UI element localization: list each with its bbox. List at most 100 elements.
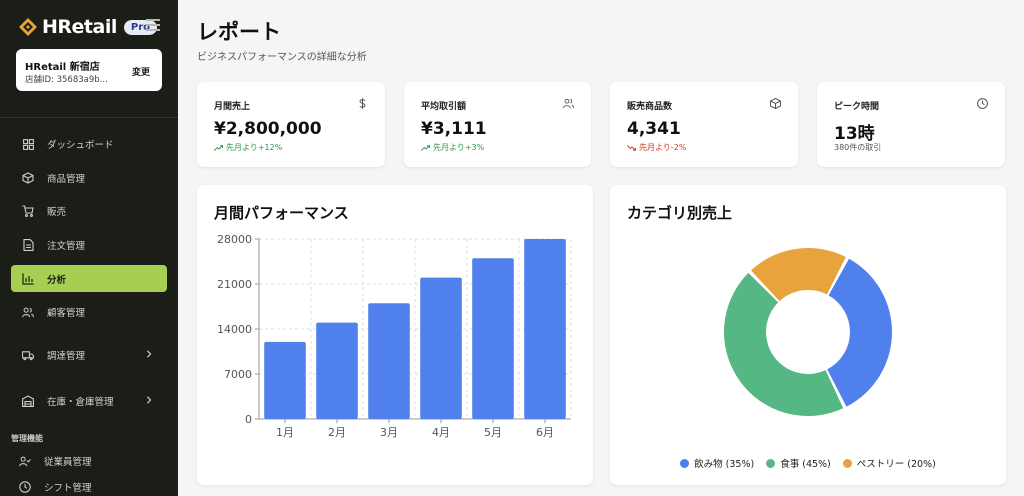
brand[interactable]: HRetail Pro xyxy=(18,14,157,40)
bar[interactable] xyxy=(316,322,358,419)
stat-trend-text: 先月より+12% xyxy=(226,143,283,152)
x-tick-label: 4月 xyxy=(432,426,450,439)
sidebar-item-procurement[interactable]: 調達管理 xyxy=(11,342,167,368)
grid-icon xyxy=(22,138,34,150)
legend-swatch xyxy=(766,458,776,468)
y-tick-label: 0 xyxy=(245,413,252,426)
users-icon xyxy=(22,306,34,318)
y-tick-label: 28000 xyxy=(217,233,252,246)
legend-label: ペストリー (20%) xyxy=(856,459,936,470)
stat-label: 平均取引額 xyxy=(421,102,467,112)
sidebar-item-label: 従業員管理 xyxy=(44,457,92,468)
bar-chart-icon xyxy=(22,273,34,285)
truck-icon xyxy=(22,349,34,361)
bar[interactable] xyxy=(420,277,462,419)
stat-value: 13時 xyxy=(834,124,875,144)
legend-label: 食事 (45%) xyxy=(780,459,831,470)
x-tick-label: 1月 xyxy=(276,426,294,439)
x-tick-label: 2月 xyxy=(328,426,346,439)
stat-label: 月間売上 xyxy=(214,102,251,112)
sidebar-item-analytics[interactable]: 分析 xyxy=(11,265,167,292)
sidebar-item-label: 顧客管理 xyxy=(47,308,86,319)
sidebar-item-label: 注文管理 xyxy=(47,241,86,252)
bar[interactable] xyxy=(264,341,306,419)
stat-trend: 先月より+3% xyxy=(421,142,484,153)
sidebar-item-label: ダッシュボード xyxy=(47,140,114,151)
x-tick-label: 3月 xyxy=(380,426,398,439)
sidebar-divider xyxy=(0,117,178,118)
page-subtitle: ビジネスパフォーマンスの詳細な分析 xyxy=(197,52,367,63)
store-name: HRetail 新宿店 xyxy=(25,62,100,73)
sidebar-item-customers[interactable]: 顧客管理 xyxy=(11,299,167,325)
legend-item: 食事 (45%) xyxy=(766,456,831,470)
brand-logo-icon xyxy=(19,18,37,36)
y-tick-label: 14000 xyxy=(217,323,252,336)
stat-card-monthly-sales: 月間売上 ¥2,800,000 先月より+12% xyxy=(197,82,385,167)
bar[interactable] xyxy=(368,303,410,419)
legend-swatch xyxy=(680,458,690,468)
page-title: レポート xyxy=(197,20,281,44)
stat-value: ¥2,800,000 xyxy=(214,119,322,139)
users-icon xyxy=(563,98,574,109)
sidebar-item-shifts[interactable]: シフト管理 xyxy=(11,474,167,496)
trend-up-icon xyxy=(214,144,223,151)
x-tick-label: 5月 xyxy=(484,426,502,439)
dollar-icon xyxy=(359,98,366,109)
stat-trend: 380件の取引 xyxy=(834,142,881,153)
x-tick-label: 6月 xyxy=(536,426,554,439)
stat-card-average-transaction: 平均取引額 ¥3,111 先月より+3% xyxy=(404,82,591,167)
stat-card-peak-hour: ピーク時間 13時 380件の取引 xyxy=(817,82,1005,167)
category-sales-chart xyxy=(724,248,892,416)
sidebar-item-employees[interactable]: 従業員管理 xyxy=(11,448,167,474)
document-icon xyxy=(22,239,34,251)
box-icon xyxy=(22,172,34,184)
legend-swatch xyxy=(842,458,852,468)
package-icon xyxy=(770,98,781,109)
stat-label: ピーク時間 xyxy=(834,102,880,112)
monthly-performance-panel: 月間パフォーマンス 0 7000 14000 21000 28000 1月 2月 3月 4月 5月… xyxy=(197,185,593,485)
sidebar-item-label: 在庫・倉庫管理 xyxy=(47,397,114,408)
bar[interactable] xyxy=(524,239,566,419)
stat-trend-text: 先月より-2% xyxy=(639,143,687,152)
sidebar-item-sales[interactable]: 販売 xyxy=(11,198,167,224)
stat-card-items-sold: 販売商品数 4,341 先月より-2% xyxy=(610,82,798,167)
sidebar-item-label: シフト管理 xyxy=(44,483,92,494)
menu-toggle-icon[interactable] xyxy=(146,19,160,31)
stat-value: 4,341 xyxy=(627,119,681,139)
cart-icon xyxy=(22,205,34,217)
sidebar-item-inventory[interactable]: 在庫・倉庫管理 xyxy=(11,388,167,414)
stat-label: 販売商品数 xyxy=(627,102,673,112)
section-label-admin: 管理機能 xyxy=(11,434,43,443)
chevron-right-icon xyxy=(147,396,152,404)
category-sales-panel: カテゴリ別売上 飲み物 (35%) 食事 (45%) ペストリー (20%) xyxy=(610,185,1006,485)
bar[interactable] xyxy=(472,258,514,419)
sidebar-item-label: 調達管理 xyxy=(47,351,86,362)
sidebar-item-label: 分析 xyxy=(47,274,67,286)
legend-item: 飲み物 (35%) xyxy=(680,456,754,470)
user-check-icon xyxy=(19,455,31,467)
legend-item: ペストリー (20%) xyxy=(842,456,936,470)
store-card: HRetail 新宿店 店舗ID: 35683a9b... 変更 xyxy=(16,49,162,91)
trend-down-icon xyxy=(627,144,636,151)
trend-up-icon xyxy=(421,144,430,151)
sidebar-item-label: 販売 xyxy=(47,207,67,218)
y-tick-label: 7000 xyxy=(224,368,252,381)
store-id: 店舗ID: 35683a9b... xyxy=(25,75,108,85)
stat-trend-text: 先月より+3% xyxy=(433,143,485,152)
sidebar-item-dashboard[interactable]: ダッシュボード xyxy=(11,131,167,157)
stat-trend-text: 380件の取引 xyxy=(834,143,882,152)
chevron-right-icon xyxy=(147,350,152,358)
pie-slice[interactable] xyxy=(827,258,892,407)
sidebar-item-products[interactable]: 商品管理 xyxy=(11,165,167,191)
chart-legend: 飲み物 (35%) 食事 (45%) ペストリー (20%) xyxy=(610,456,1006,470)
sidebar-item-label: 商品管理 xyxy=(47,174,86,185)
brand-name: HRetail xyxy=(42,16,117,38)
clock-icon xyxy=(977,98,988,109)
clock-icon xyxy=(19,481,31,493)
stat-trend: 先月より+12% xyxy=(214,142,282,153)
sidebar: HRetail Pro HRetail 新宿店 店舗ID: 35683a9b..… xyxy=(0,0,178,496)
store-change-button[interactable]: 変更 xyxy=(132,65,150,78)
stat-value: ¥3,111 xyxy=(421,119,487,139)
y-tick-label: 21000 xyxy=(217,278,252,291)
sidebar-item-orders[interactable]: 注文管理 xyxy=(11,232,167,258)
